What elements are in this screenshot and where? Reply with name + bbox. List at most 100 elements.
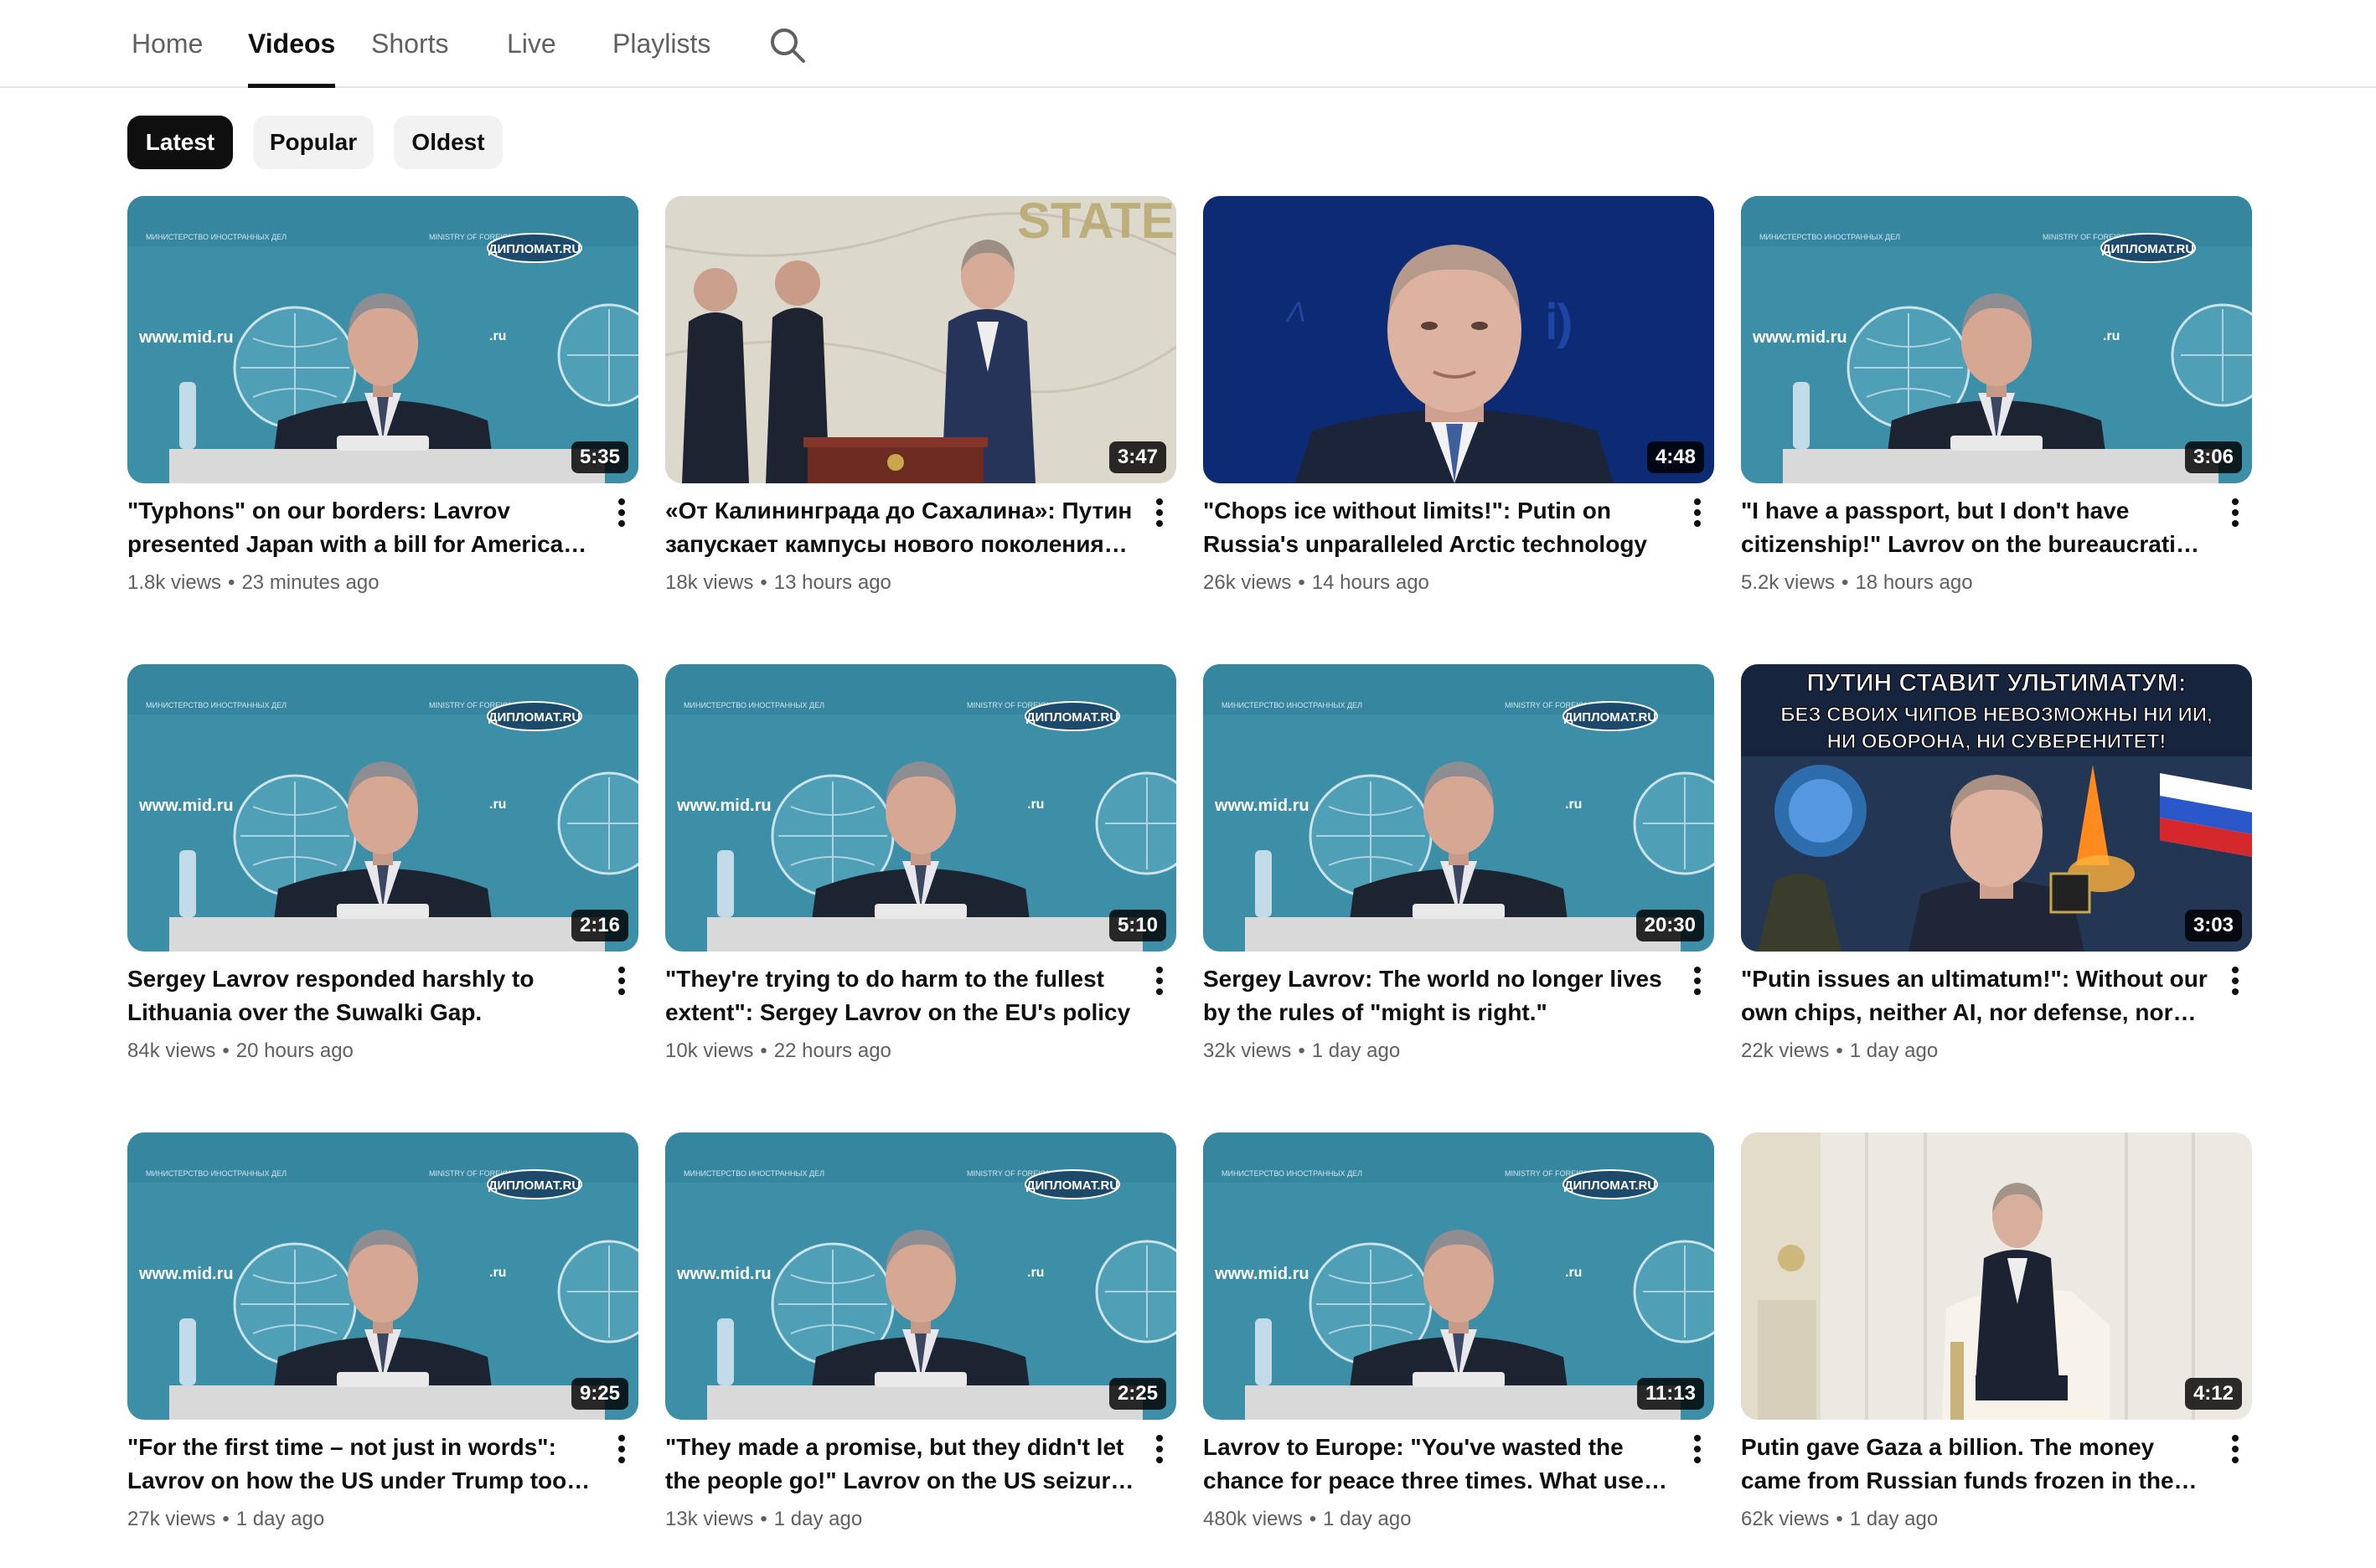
view-count: 27k views	[127, 1508, 216, 1530]
search-icon[interactable]	[767, 25, 808, 65]
video-meta: 32k views • 1 day ago	[1203, 1039, 1400, 1063]
meta-separator: •	[760, 1508, 767, 1530]
svg-text:STATE: STATE	[1017, 196, 1175, 249]
meta-separator: •	[1309, 1508, 1317, 1530]
video-title[interactable]: "For the first time – not just in words"…	[127, 1431, 597, 1498]
more-options-icon[interactable]	[1143, 489, 1176, 536]
video-card: 4:12 Putin gave Gaza a billion. The mone…	[1741, 1132, 2252, 1568]
thumb-site-text: www.mid.ru	[138, 1265, 234, 1283]
video-meta: 5.2k views • 18 hours ago	[1741, 571, 1973, 595]
video-card: МИНИСТЕРСТВО ИНОСТРАННЫХ ДЕЛ MINISTRY OF…	[127, 196, 638, 632]
video-thumbnail[interactable]: МИНИСТЕРСТВО ИНОСТРАННЫХ ДЕЛ MINISTRY OF…	[127, 664, 638, 952]
video-card: STATE 3:47 «От Калининграда до Сахалина»…	[665, 196, 1176, 632]
more-options-icon[interactable]	[605, 489, 638, 536]
video-thumbnail[interactable]: МИНИСТЕРСТВО ИНОСТРАННЫХ ДЕЛ MINISTRY OF…	[127, 1132, 638, 1420]
thumb-site-text: www.mid.ru	[1752, 328, 1847, 347]
upload-age: 22 hours ago	[773, 1039, 891, 1062]
thumb-badge: ДИПЛОМАТ.RU	[1026, 1179, 1118, 1193]
video-title[interactable]: "I have a passport, but I don't have cit…	[1741, 494, 2210, 561]
thumb-badge: ДИПЛОМАТ.RU	[488, 242, 581, 256]
more-options-icon[interactable]	[605, 1426, 638, 1473]
upload-age: 1 day ago	[1849, 1508, 1939, 1530]
more-options-icon[interactable]	[2218, 1426, 2252, 1473]
video-thumbnail[interactable]: 4:12	[1741, 1132, 2252, 1420]
more-options-icon[interactable]	[1681, 957, 1714, 1004]
video-title[interactable]: "Chops ice without limits!": Putin on Ru…	[1203, 494, 1672, 561]
video-card: ПУТИН СТАВИТ УЛЬТИМАТУМ: БЕЗ СВОИХ ЧИПОВ …	[1741, 664, 2252, 1100]
video-thumbnail[interactable]: Λ Ꭵ) 4:48	[1203, 196, 1714, 483]
thumb-site-text: www.mid.ru	[676, 797, 772, 815]
upload-age: 18 hours ago	[1855, 571, 1973, 594]
meta-separator: •	[228, 571, 235, 594]
svg-text:МИНИСТЕРСТВО ИНОСТРАННЫХ ДЕЛ: МИНИСТЕРСТВО ИНОСТРАННЫХ ДЕЛ	[1759, 233, 1900, 241]
more-options-icon[interactable]	[1681, 489, 1714, 536]
video-card: МИНИСТЕРСТВО ИНОСТРАННЫХ ДЕЛ MINISTRY OF…	[665, 664, 1176, 1100]
filter-chip-latest[interactable]: Latest	[127, 116, 233, 169]
video-thumbnail[interactable]: STATE 3:47	[665, 196, 1176, 483]
video-title[interactable]: "Putin issues an ultimatum!": Without ou…	[1741, 962, 2210, 1029]
tab-playlists[interactable]: Playlists	[612, 28, 710, 59]
meta-separator: •	[1836, 1039, 1843, 1062]
video-title[interactable]: "They're trying to do harm to the fulles…	[665, 962, 1134, 1029]
video-title[interactable]: Lavrov to Europe: "You've wasted the cha…	[1203, 1431, 1672, 1498]
thumb-badge: ДИПЛОМАТ.RU	[1564, 1179, 1656, 1193]
more-options-icon[interactable]	[1143, 957, 1176, 1004]
meta-separator: •	[760, 571, 767, 594]
video-thumbnail[interactable]: МИНИСТЕРСТВО ИНОСТРАННЫХ ДЕЛ MINISTRY OF…	[665, 664, 1176, 952]
tab-videos[interactable]: Videos	[248, 28, 336, 88]
video-title[interactable]: Putin gave Gaza a billion. The money cam…	[1741, 1431, 2210, 1498]
duration-badge: 5:10	[1108, 910, 1166, 941]
svg-text:МИНИСТЕРСТВО ИНОСТРАННЫХ ДЕЛ: МИНИСТЕРСТВО ИНОСТРАННЫХ ДЕЛ	[146, 1169, 287, 1178]
video-card: Λ Ꭵ) 4:48 "Chops ice without limits!": P…	[1203, 196, 1714, 632]
video-card: МИНИСТЕРСТВО ИНОСТРАННЫХ ДЕЛ MINISTRY OF…	[127, 664, 638, 1100]
view-count: 13k views	[665, 1508, 754, 1530]
filter-chip-popular[interactable]: Popular	[253, 116, 374, 169]
video-title[interactable]: «От Калининграда до Сахалина»: Путин зап…	[665, 494, 1134, 561]
meta-separator: •	[1836, 1508, 1843, 1530]
upload-age: 23 minutes ago	[241, 571, 380, 594]
upload-age: 1 day ago	[1849, 1039, 1939, 1062]
video-title[interactable]: Sergey Lavrov responded harshly to Lithu…	[127, 962, 597, 1029]
video-card: МИНИСТЕРСТВО ИНОСТРАННЫХ ДЕЛ MINISTRY OF…	[1741, 196, 2252, 632]
svg-text:МИНИСТЕРСТВО ИНОСТРАННЫХ ДЕЛ: МИНИСТЕРСТВО ИНОСТРАННЫХ ДЕЛ	[146, 701, 287, 709]
more-options-icon[interactable]	[2218, 957, 2252, 1004]
video-thumbnail[interactable]: МИНИСТЕРСТВО ИНОСТРАННЫХ ДЕЛ MINISTRY OF…	[1203, 664, 1714, 952]
video-title[interactable]: "They made a promise, but they didn't le…	[665, 1431, 1134, 1498]
video-thumbnail[interactable]: МИНИСТЕРСТВО ИНОСТРАННЫХ ДЕЛ MINISTRY OF…	[1741, 196, 2252, 483]
thumb-badge: ДИПЛОМАТ.RU	[488, 710, 581, 725]
filter-chip-oldest[interactable]: Oldest	[394, 116, 503, 169]
video-meta: 27k views • 1 day ago	[127, 1508, 324, 1531]
video-title[interactable]: "Typhons" on our borders: Lavrov present…	[127, 494, 597, 561]
video-meta: 1.8k views • 23 minutes ago	[127, 571, 380, 595]
upload-age: 1 day ago	[1311, 1039, 1401, 1062]
video-meta: 13k views • 1 day ago	[665, 1508, 862, 1531]
video-thumbnail[interactable]: МИНИСТЕРСТВО ИНОСТРАННЫХ ДЕЛ MINISTRY OF…	[127, 196, 638, 483]
tab-home[interactable]: Home	[132, 28, 203, 59]
view-count: 26k views	[1203, 571, 1292, 594]
tab-shorts[interactable]: Shorts	[371, 28, 448, 59]
video-thumbnail[interactable]: ПУТИН СТАВИТ УЛЬТИМАТУМ: БЕЗ СВОИХ ЧИПОВ …	[1741, 664, 2252, 952]
more-options-icon[interactable]	[1681, 1426, 1714, 1473]
svg-text:Ꭵ): Ꭵ)	[1547, 295, 1573, 349]
video-title[interactable]: Sergey Lavrov: The world no longer lives…	[1203, 962, 1672, 1029]
video-thumbnail[interactable]: МИНИСТЕРСТВО ИНОСТРАННЫХ ДЕЛ MINISTRY OF…	[665, 1132, 1176, 1420]
svg-text:МИНИСТЕРСТВО ИНОСТРАННЫХ ДЕЛ: МИНИСТЕРСТВО ИНОСТРАННЫХ ДЕЛ	[146, 233, 287, 241]
video-thumbnail[interactable]: МИНИСТЕРСТВО ИНОСТРАННЫХ ДЕЛ MINISTRY OF…	[1203, 1132, 1714, 1420]
tab-live[interactable]: Live	[507, 28, 556, 59]
meta-separator: •	[1298, 1039, 1305, 1062]
thumb-site-text: www.mid.ru	[1214, 797, 1309, 815]
upload-age: 14 hours ago	[1311, 571, 1429, 594]
meta-separator: •	[1298, 571, 1305, 594]
view-count: 10k views	[665, 1039, 754, 1062]
more-options-icon[interactable]	[605, 957, 638, 1004]
upload-age: 1 day ago	[235, 1508, 325, 1530]
more-options-icon[interactable]	[2218, 489, 2252, 536]
thumb-badge: ДИПЛОМАТ.RU	[2102, 242, 2194, 256]
thumb-site-short: .ru	[1565, 797, 1582, 812]
more-options-icon[interactable]	[1143, 1426, 1176, 1473]
thumb-site-short: .ru	[1565, 1266, 1582, 1280]
video-meta: 26k views • 14 hours ago	[1203, 571, 1429, 595]
svg-text:МИНИСТЕРСТВО ИНОСТРАННЫХ ДЕЛ: МИНИСТЕРСТВО ИНОСТРАННЫХ ДЕЛ	[684, 701, 824, 709]
svg-text:МИНИСТЕРСТВО ИНОСТРАННЫХ ДЕЛ: МИНИСТЕРСТВО ИНОСТРАННЫХ ДЕЛ	[1222, 701, 1362, 709]
channel-tab-bar: Home Videos Shorts Live Playlists	[0, 0, 2376, 88]
